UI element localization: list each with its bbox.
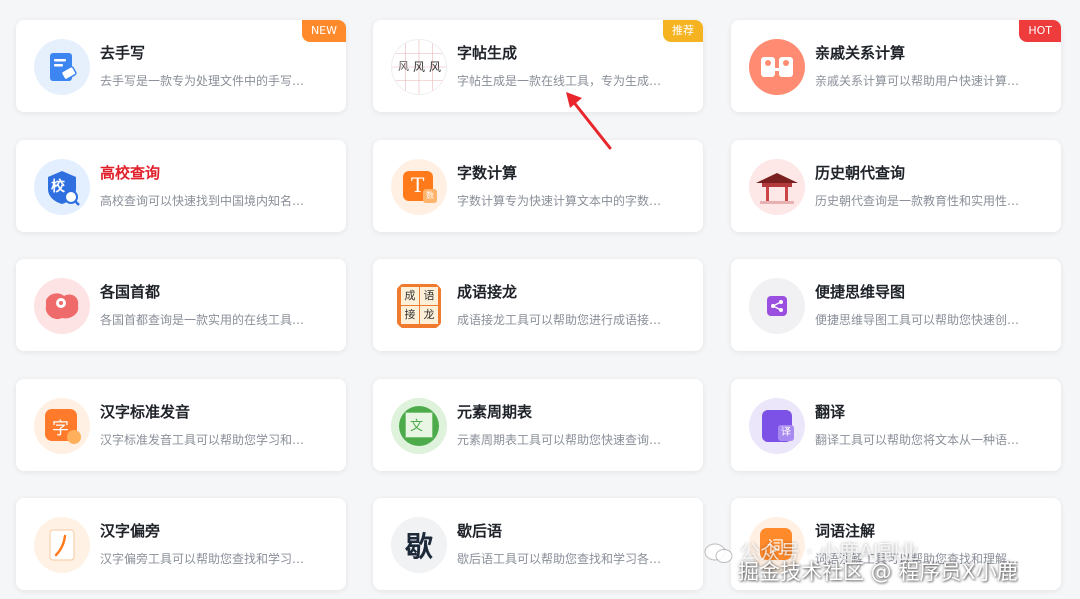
calligraphy-grid-icon: 风 风 风 xyxy=(391,39,447,95)
tool-card-fayin[interactable]: 字 汉字标准发音 汉字标准发音工具可以帮助您学习和… xyxy=(16,379,346,471)
icon-char: 歇 xyxy=(404,530,433,563)
tool-title: 便捷思维导图 xyxy=(815,283,906,301)
icon-subchar: 数 xyxy=(423,189,437,203)
idiom-tiles-icon: 成 语 接 龙 xyxy=(391,278,447,334)
tool-card-zhouqi[interactable]: 文 元素周期表 元素周期表工具可以帮助您快速查询… xyxy=(373,379,703,471)
new-badge: NEW xyxy=(301,20,346,42)
hot-badge: HOT xyxy=(1019,20,1061,42)
tool-description: 汉字偏旁工具可以帮助您查找和学习… xyxy=(100,552,305,566)
icon-char: 校 xyxy=(51,179,65,195)
tool-description: 字帖生成是一款在线工具，专为生成… xyxy=(457,74,662,88)
tool-description: 亲戚关系计算可以帮助用户快速计算… xyxy=(815,74,1020,88)
tool-title: 元素周期表 xyxy=(457,403,533,421)
tool-title: 字帖生成 xyxy=(457,44,518,62)
tool-card-xiehouyu[interactable]: 歇 歇后语 歇后语工具可以帮助您查找和学习各… xyxy=(373,498,703,590)
tool-card-zitie[interactable]: 风 风 风 字帖生成 字帖生成是一款在线工具，专为生成… 推荐 xyxy=(373,20,703,112)
tile-char: 成 xyxy=(401,287,419,305)
tool-description: 高校查询可以快速找到中国境内知名… xyxy=(100,194,305,208)
tool-title: 汉字偏旁 xyxy=(100,522,161,540)
ancient-building-icon xyxy=(749,159,805,215)
tool-title: 歇后语 xyxy=(457,522,503,540)
tool-title: 字数计算 xyxy=(457,164,518,182)
grid-char: 风 xyxy=(398,60,409,73)
tool-card-ciyu[interactable]: 词 词语注解 词语注解工具可以帮助您查找和理解… xyxy=(731,498,1061,590)
tile-char: 语 xyxy=(420,287,438,305)
tool-card-zishu[interactable]: T 数 字数计算 字数计算专为快速计算文本中的字数… xyxy=(373,140,703,232)
tool-title: 高校查询 xyxy=(100,164,161,182)
tool-grid: 去手写 去手写是一款专为处理文件中的手写… NEW 风 风 风 字帖生成 字帖生… xyxy=(0,0,1080,599)
tool-card-gaoxiao[interactable]: 校 高校查询 高校查询可以快速找到中国境内知名… xyxy=(16,140,346,232)
tool-description: 汉字标准发音工具可以帮助您学习和… xyxy=(100,433,305,447)
tile-char: 龙 xyxy=(420,306,438,324)
world-map-pin-icon xyxy=(34,278,90,334)
tool-description: 元素周期表工具可以帮助您快速查询… xyxy=(457,433,662,447)
tool-card-shoudu[interactable]: 各国首都 各国首都查询是一款实用的在线工具… xyxy=(16,259,346,351)
tool-title: 历史朝代查询 xyxy=(815,164,906,182)
tool-card-chengyu[interactable]: 成 语 接 龙 成语接龙 成语接龙工具可以帮助您进行成语接… xyxy=(373,259,703,351)
recommend-badge: 推荐 xyxy=(663,20,703,42)
grid-char: 风 xyxy=(413,60,426,74)
tool-title: 亲戚关系计算 xyxy=(815,44,906,62)
document-eraser-icon xyxy=(34,39,90,95)
tile-char: 接 xyxy=(401,306,419,324)
tool-card-siwei[interactable]: 便捷思维导图 便捷思维导图工具可以帮助您快速创… xyxy=(731,259,1061,351)
word-annotation-icon: 词 xyxy=(749,517,805,573)
tool-description: 历史朝代查询是一款教育性和实用性… xyxy=(815,194,1020,208)
tool-description: 去手写是一款专为处理文件中的手写… xyxy=(100,74,305,88)
tool-card-pianpang[interactable]: 汉字偏旁 汉字偏旁工具可以帮助您查找和学习… xyxy=(16,498,346,590)
tool-card-qushouxie[interactable]: 去手写 去手写是一款专为处理文件中的手写… NEW xyxy=(16,20,346,112)
translate-icon: 译 xyxy=(749,398,805,454)
tool-description: 便捷思维导图工具可以帮助您快速创… xyxy=(815,313,1020,327)
tool-title: 词语注解 xyxy=(815,522,876,540)
icon-char: 词 xyxy=(767,538,784,558)
tool-card-chaodai[interactable]: 历史朝代查询 历史朝代查询是一款教育性和实用性… xyxy=(731,140,1061,232)
tool-description: 各国首都查询是一款实用的在线工具… xyxy=(100,313,305,327)
tool-description: 词语注解工具可以帮助您查找和理解… xyxy=(815,552,1020,566)
tool-description: 翻译工具可以帮助您将文本从一种语… xyxy=(815,433,1020,447)
radical-stroke-icon xyxy=(34,517,90,573)
pronunciation-icon: 字 xyxy=(34,398,90,454)
tool-title: 汉字标准发音 xyxy=(100,403,191,421)
school-search-icon: 校 xyxy=(34,159,90,215)
periodic-table-icon: 文 xyxy=(391,398,447,454)
tool-description: 字数计算专为快速计算文本中的字数… xyxy=(457,194,662,208)
icon-char: 译 xyxy=(778,425,794,441)
tool-title: 成语接龙 xyxy=(457,283,518,301)
tool-title: 各国首都 xyxy=(100,283,161,301)
family-relation-icon xyxy=(749,39,805,95)
tool-title: 去手写 xyxy=(100,44,146,62)
xiehouyu-icon: 歇 xyxy=(391,517,447,573)
word-count-icon: T 数 xyxy=(391,159,447,215)
tool-description: 歇后语工具可以帮助您查找和学习各… xyxy=(457,552,662,566)
grid-char: 风 xyxy=(429,60,442,74)
tool-title: 翻译 xyxy=(815,403,846,421)
tool-description: 成语接龙工具可以帮助您进行成语接… xyxy=(457,313,662,327)
tool-card-qinqi[interactable]: 亲戚关系计算 亲戚关系计算可以帮助用户快速计算… HOT xyxy=(731,20,1061,112)
mindmap-icon xyxy=(749,278,805,334)
tool-card-fanyi[interactable]: 译 翻译 翻译工具可以帮助您将文本从一种语… xyxy=(731,379,1061,471)
icon-char: 文 xyxy=(410,419,424,434)
